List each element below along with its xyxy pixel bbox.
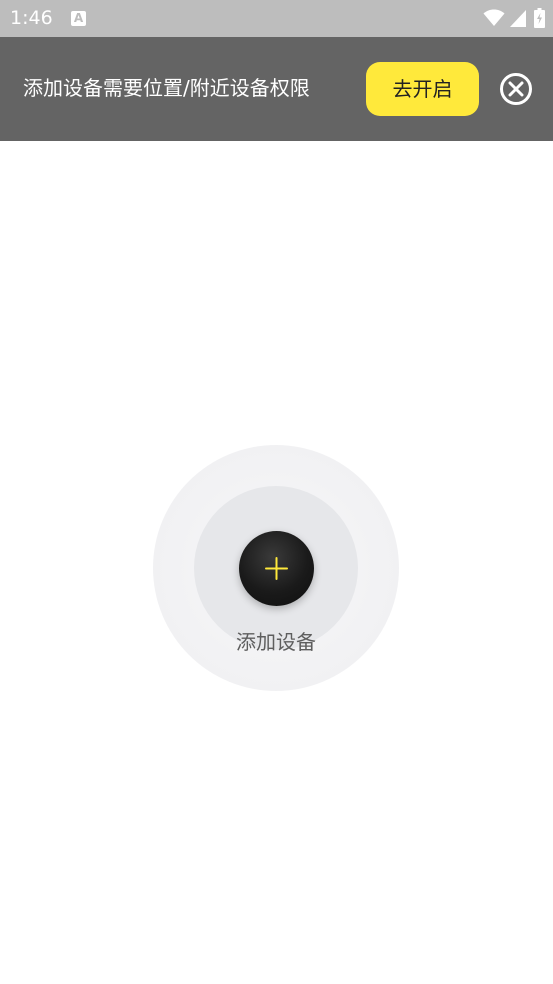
close-banner-button[interactable] <box>499 72 533 106</box>
status-time: 1:46 <box>10 7 53 29</box>
battery-icon <box>534 8 545 28</box>
status-icons <box>483 8 545 28</box>
add-device-inner-ring <box>194 486 358 650</box>
close-circle-icon <box>499 72 533 106</box>
wifi-icon <box>483 9 505 27</box>
main-content: 添加设备 <box>0 141 553 984</box>
permission-banner: 添加设备需要位置/附近设备权限 去开启 <box>0 37 553 141</box>
enable-permission-button[interactable]: 去开启 <box>366 62 479 116</box>
permission-message: 添加设备需要位置/附近设备权限 <box>23 76 310 100</box>
add-device-outer-ring: 添加设备 <box>153 445 399 691</box>
status-bar: 1:46 A <box>0 0 553 37</box>
add-device-button[interactable] <box>239 531 314 606</box>
signal-icon <box>510 9 526 27</box>
add-device-label[interactable]: 添加设备 <box>153 627 399 657</box>
notification-icon: A <box>71 11 86 26</box>
